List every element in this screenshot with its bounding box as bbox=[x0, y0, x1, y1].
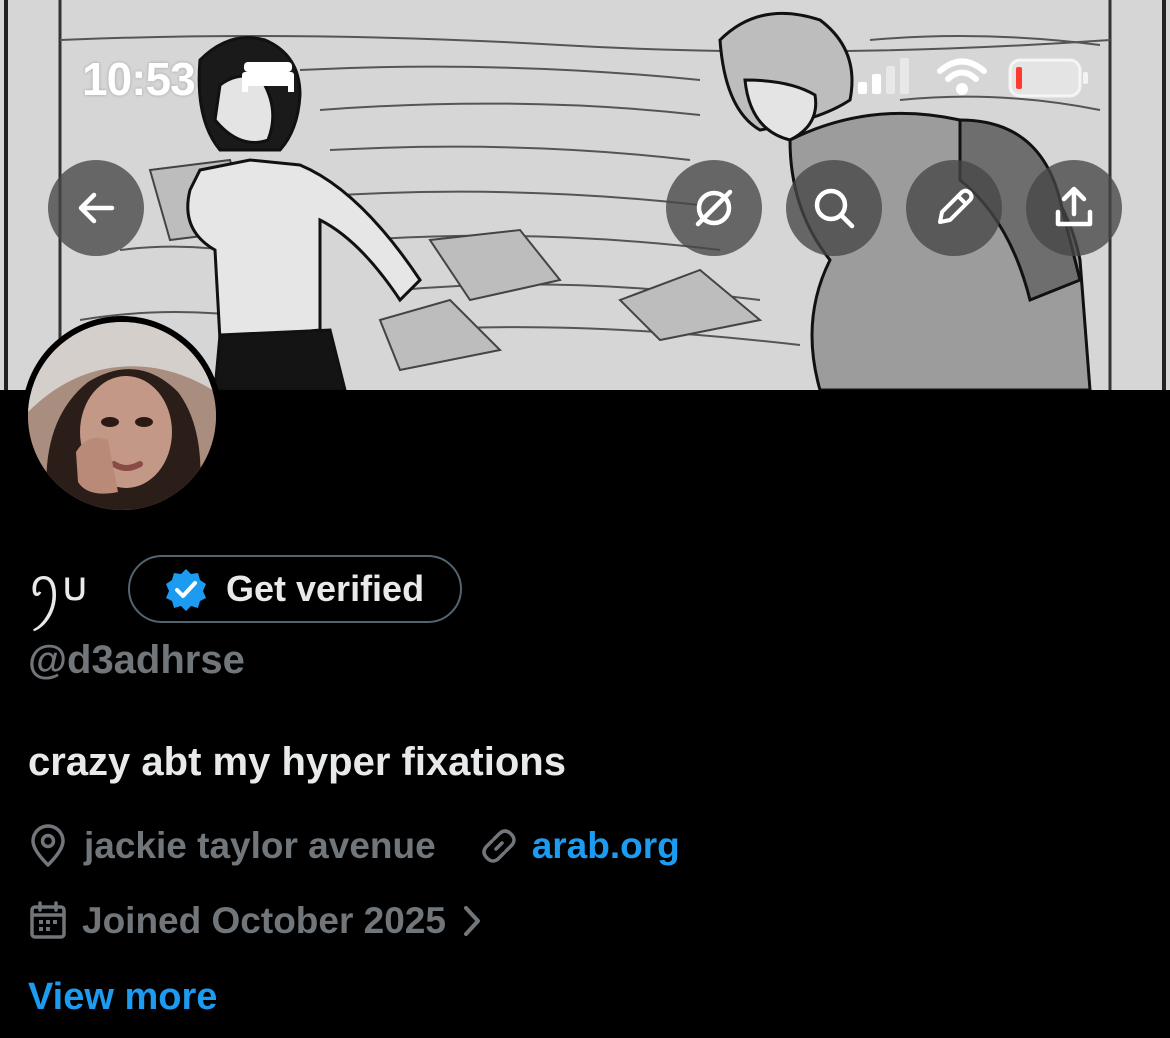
joined-row[interactable]: Joined October 2025 bbox=[28, 900, 486, 942]
search-button[interactable] bbox=[786, 160, 882, 256]
back-button[interactable] bbox=[48, 160, 144, 256]
get-verified-label: Get verified bbox=[226, 568, 425, 609]
cellular-signal-icon bbox=[858, 58, 914, 99]
status-time: 10:53 bbox=[82, 53, 196, 105]
share-button[interactable] bbox=[1026, 160, 1122, 256]
battery-low-icon bbox=[1008, 58, 1090, 103]
avatar-photo bbox=[28, 322, 216, 510]
pencil-icon bbox=[938, 188, 974, 224]
profile-avatar[interactable] bbox=[22, 316, 222, 516]
location-pin-icon bbox=[31, 824, 65, 867]
display-name: ꪆ𐓶 bbox=[28, 562, 88, 609]
profile-handle: @d3adhrse bbox=[28, 638, 245, 682]
meta-location-website: jackie taylor avenue arab.org bbox=[28, 824, 680, 868]
joined-text: Joined October 2025 bbox=[82, 900, 446, 941]
profile-bio: crazy abt my hyper fixations bbox=[28, 740, 566, 784]
link-icon bbox=[481, 829, 516, 863]
name-row: ꪆ𐓶 Get verified bbox=[28, 554, 463, 624]
verified-badge-icon bbox=[166, 569, 206, 611]
sleep-bed-icon bbox=[240, 58, 296, 99]
edit-button[interactable] bbox=[906, 160, 1002, 256]
translate-button[interactable] bbox=[666, 160, 762, 256]
arrow-left-icon bbox=[78, 192, 115, 224]
chevron-right-icon bbox=[463, 906, 480, 936]
location-text: jackie taylor avenue bbox=[84, 825, 436, 866]
get-verified-button[interactable]: Get verified bbox=[128, 555, 463, 623]
view-more-link[interactable]: View more bbox=[28, 976, 217, 1019]
search-icon bbox=[814, 188, 855, 229]
circle-slash-icon bbox=[695, 189, 733, 227]
wifi-icon bbox=[936, 58, 988, 101]
share-upload-icon bbox=[1055, 186, 1093, 227]
calendar-icon bbox=[30, 901, 66, 939]
website-link[interactable]: arab.org bbox=[532, 825, 680, 867]
